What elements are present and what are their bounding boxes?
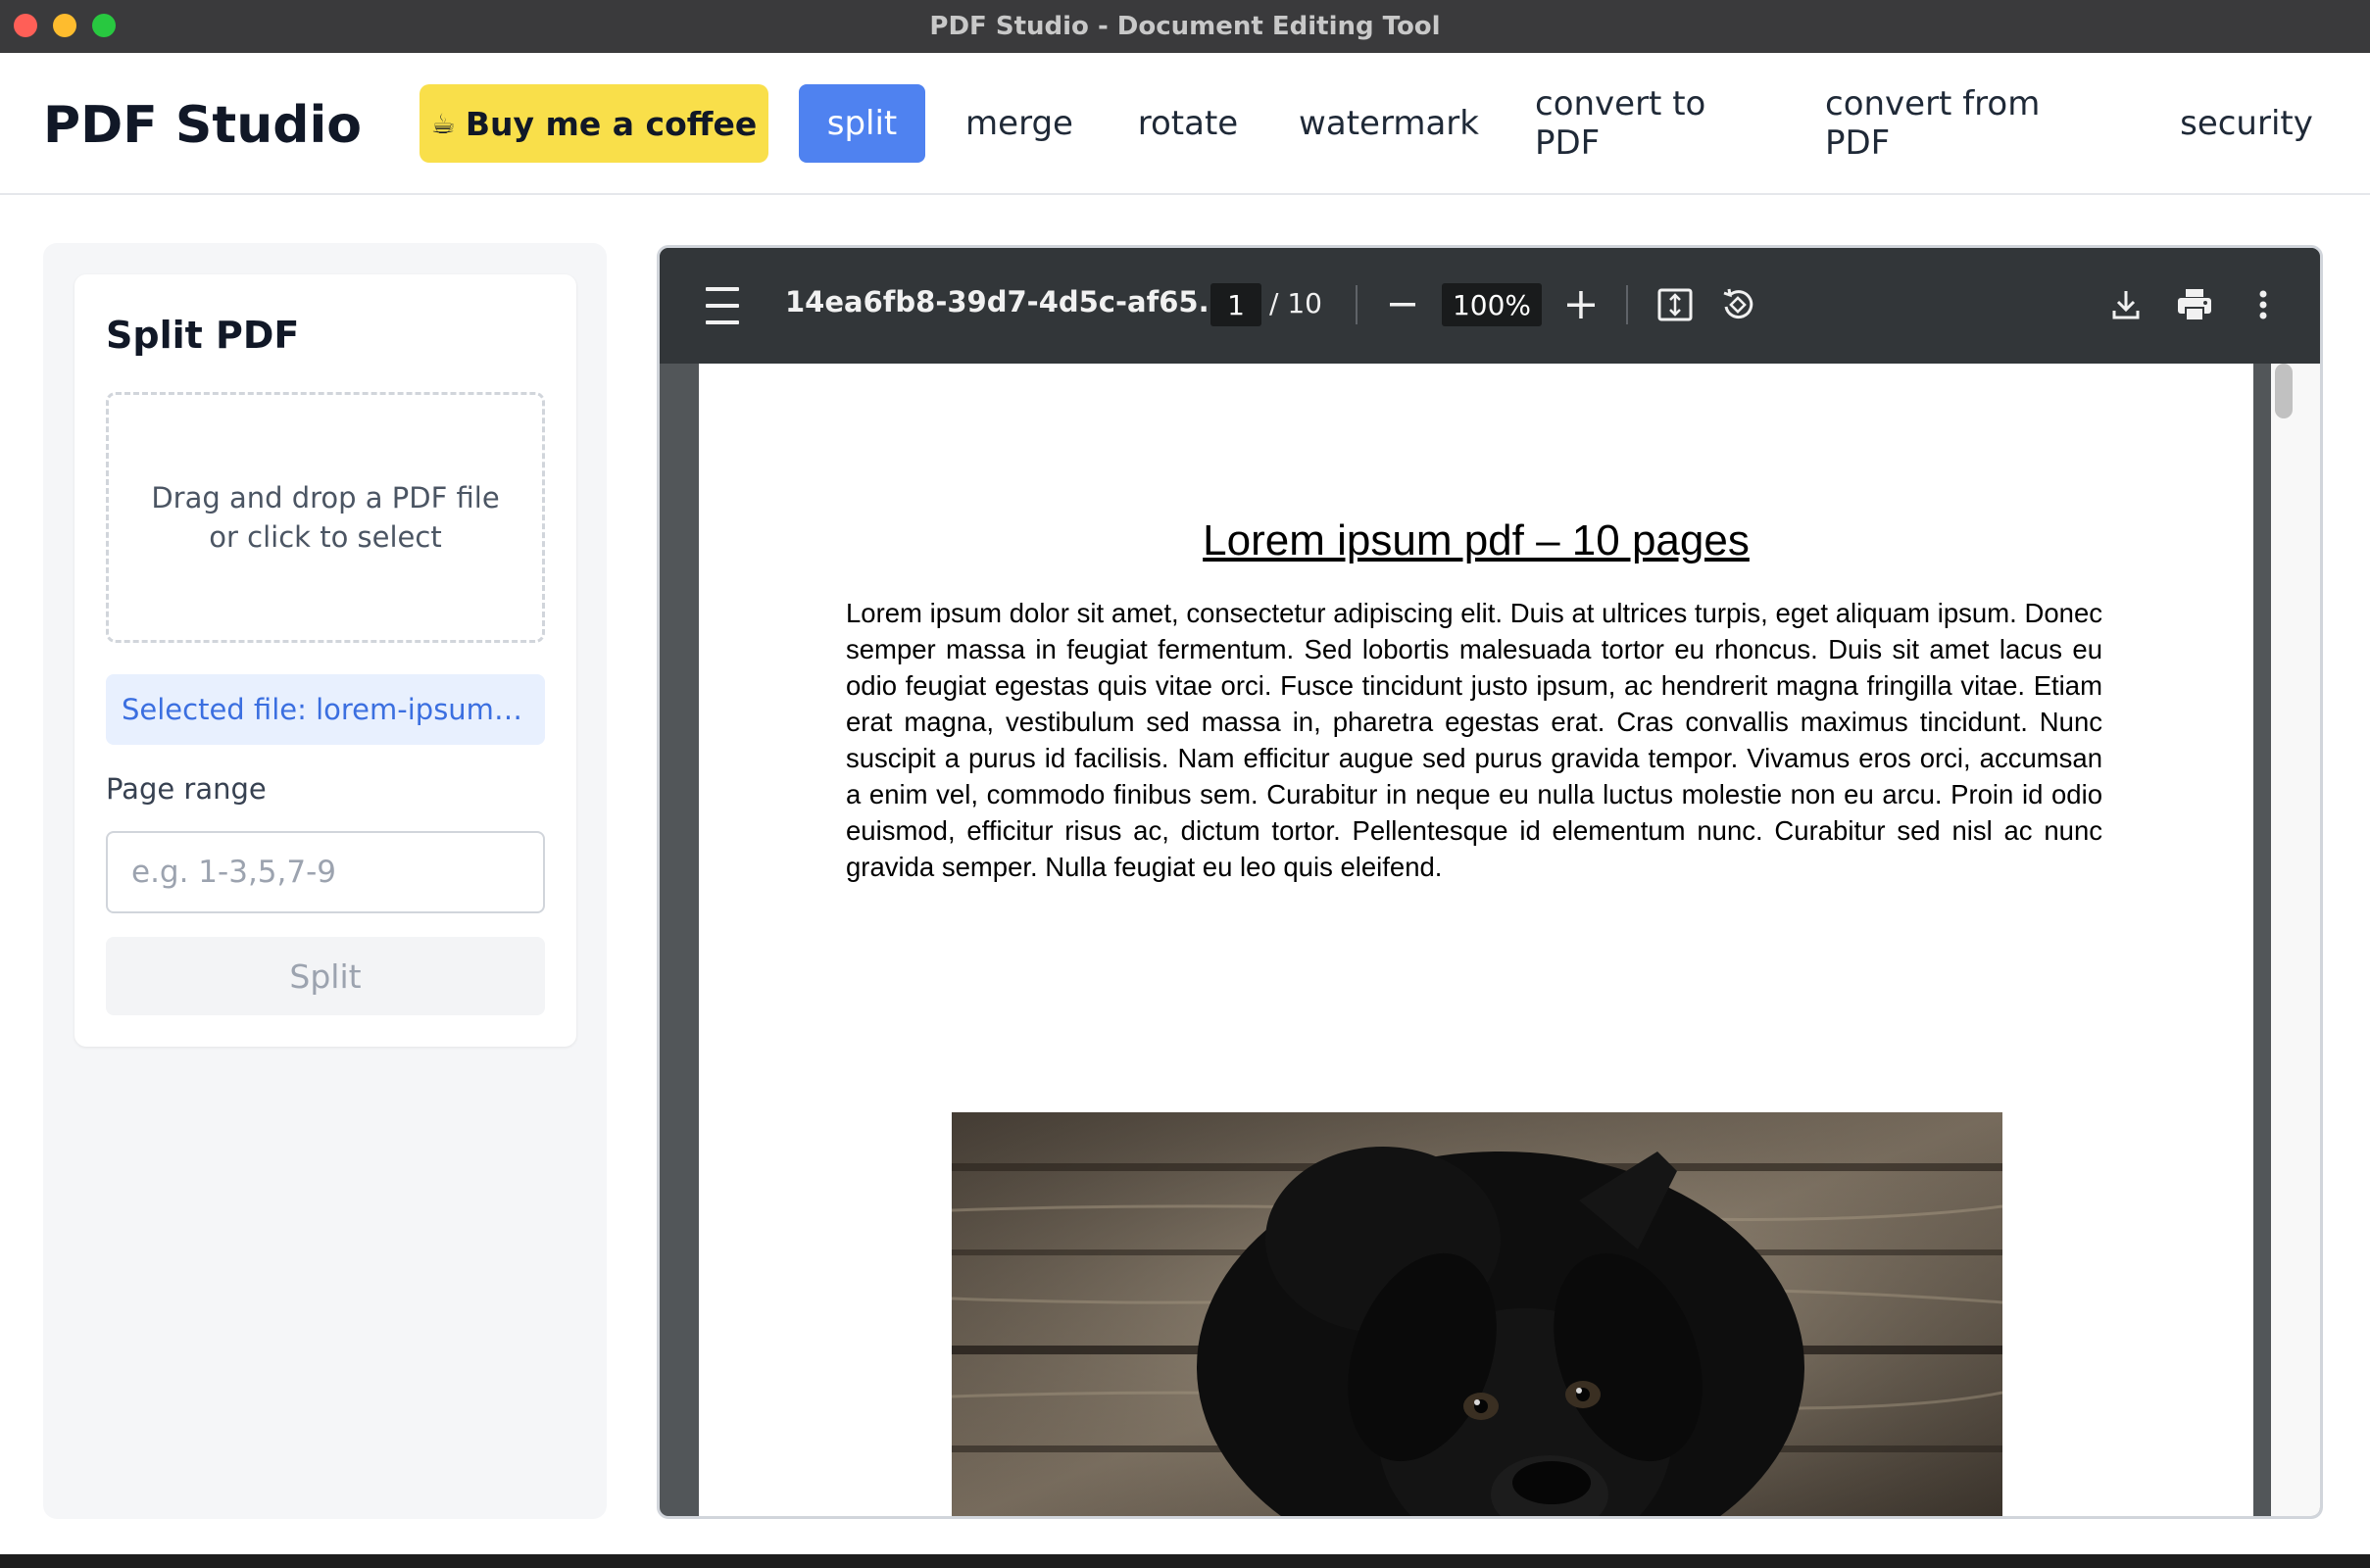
page-number-input[interactable]: 1 — [1210, 283, 1261, 326]
document-body: Lorem ipsum dolor sit amet, consectetur … — [846, 598, 2102, 882]
pdf-page: Lorem ipsum pdf – 10 pages Lorem ipsum d… — [699, 364, 2253, 1516]
rotate-icon[interactable] — [1716, 283, 1759, 326]
plus-icon[interactable] — [1561, 281, 1601, 328]
nav-split[interactable]: split — [799, 84, 925, 163]
pdf-dropzone[interactable]: Drag and drop a PDF file or click to sel… — [106, 392, 545, 643]
window-title: PDF Studio - Document Editing Tool — [929, 12, 1441, 41]
viewer-scrollbar-thumb[interactable] — [2275, 364, 2293, 418]
close-window-button[interactable] — [14, 14, 37, 37]
nav-security[interactable]: security — [2164, 84, 2329, 163]
more-vertical-icon[interactable] — [2246, 283, 2281, 326]
app-header: PDF Studio ☕ Buy me a coffee split merge… — [0, 53, 2370, 195]
nav-convert-to-pdf[interactable]: convert to PDF — [1535, 84, 1774, 163]
sidebar-panel: Split PDF Drag and drop a PDF file or cl… — [43, 243, 607, 1519]
pdf-viewer: 14ea6fb8-39d7-4d5c-af65... 1 / 10 100% L… — [657, 245, 2323, 1519]
split-button[interactable]: Split — [106, 937, 545, 1015]
window-controls — [14, 14, 116, 37]
nav-convert-from-pdf[interactable]: convert from PDF — [1825, 84, 2115, 163]
download-icon[interactable] — [2104, 283, 2148, 326]
buy-me-a-coffee-button[interactable]: ☕ Buy me a coffee — [420, 84, 768, 163]
nav-watermark[interactable]: watermark — [1296, 84, 1482, 163]
split-card: Split PDF Drag and drop a PDF file or cl… — [74, 274, 576, 1047]
menu-icon[interactable] — [701, 287, 744, 324]
maximize-window-button[interactable] — [92, 14, 116, 37]
dropzone-text: Drag and drop a PDF file or click to sel… — [151, 481, 500, 554]
minimize-window-button[interactable] — [53, 14, 76, 37]
nav-merge[interactable]: merge — [953, 84, 1086, 163]
toolbar-divider — [1626, 285, 1628, 324]
nav-rotate[interactable]: rotate — [1127, 84, 1249, 163]
window-bottom-edge — [0, 1554, 2370, 1568]
minus-icon[interactable] — [1383, 283, 1422, 326]
zoom-level-input[interactable]: 100% — [1442, 283, 1542, 326]
split-title: Split PDF — [106, 314, 300, 357]
page-total: / 10 — [1269, 287, 1322, 319]
selected-file-text: Selected file: lorem-ipsum-10-pages.pdf — [122, 693, 529, 726]
page-range-input[interactable] — [106, 831, 545, 913]
viewer-scrollbar-track[interactable] — [2271, 364, 2320, 1516]
print-icon[interactable] — [2173, 283, 2216, 326]
document-name: 14ea6fb8-39d7-4d5c-af65... — [785, 285, 1231, 318]
fit-page-icon[interactable] — [1654, 283, 1697, 326]
page-range-label: Page range — [106, 772, 267, 806]
window-titlebar: PDF Studio - Document Editing Tool — [0, 0, 2370, 53]
document-heading: Lorem ipsum pdf – 10 pages — [1203, 516, 1750, 564]
coffee-label: Buy me a coffee — [465, 104, 758, 143]
puppy-image — [952, 1112, 2002, 1516]
viewer-toolbar: 14ea6fb8-39d7-4d5c-af65... 1 / 10 100% — [660, 248, 2320, 364]
toolbar-divider — [1356, 285, 1358, 324]
selected-file-indicator: Selected file: lorem-ipsum-10-pages.pdf — [106, 674, 545, 745]
coffee-icon: ☕ — [430, 107, 456, 140]
brand-title: PDF Studio — [43, 96, 362, 155]
